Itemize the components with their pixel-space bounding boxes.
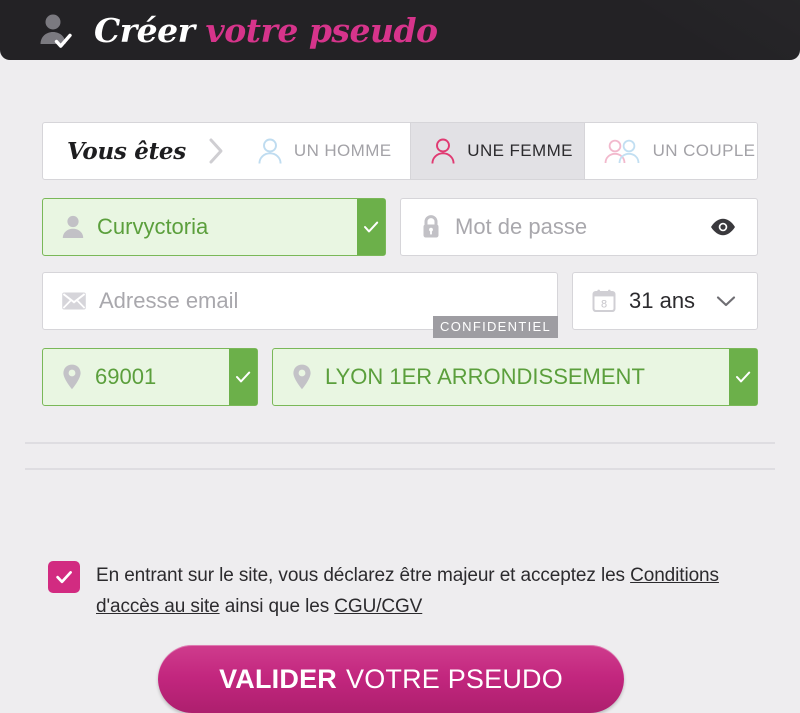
gender-option-homme-label: UN HOMME — [293, 141, 392, 160]
location-pin-icon — [291, 363, 313, 391]
svg-text:8: 8 — [601, 299, 607, 311]
email-field[interactable]: Adresse email CONFIDENTIEL — [42, 272, 558, 338]
location-pin-icon — [61, 363, 83, 391]
username-input-value: Curvyctoria — [97, 214, 209, 239]
submit-button-label-strong: VALIDER — [219, 663, 337, 694]
gender-option-femme-label: UNE FEMME — [467, 141, 573, 160]
page-title: Créer votre pseudo — [94, 11, 438, 50]
divider-top — [25, 442, 775, 444]
page-header: Créer votre pseudo — [0, 0, 800, 60]
postal-code-input-value: 69001 — [95, 364, 157, 389]
gender-selector: Vous êtes UN HOMME UNE FEMME UN COUPLE — [42, 122, 758, 180]
terms-text-part1: En entrant sur le site, vous déclarez êt… — [96, 565, 631, 586]
submit-button[interactable]: VALIDER VOTRE PSEUDO — [158, 645, 624, 713]
page-title-primary: Créer — [94, 10, 195, 50]
gender-option-couple[interactable]: UN COUPLE — [584, 123, 757, 179]
email-age-row: Adresse email CONFIDENTIEL 8 31 ans — [42, 272, 758, 338]
gender-option-couple-label: UN COUPLE — [652, 141, 756, 160]
confidential-badge: CONFIDENTIEL — [433, 316, 558, 338]
terms-acceptance: En entrant sur le site, vous déclarez êt… — [48, 560, 768, 622]
couple-icon — [603, 136, 643, 166]
email-input-placeholder: Adresse email — [99, 288, 239, 313]
password-field[interactable]: Mot de passe — [400, 198, 758, 256]
terms-link-cgu-cgv[interactable]: CGU/CGV — [334, 596, 422, 617]
city-field[interactable]: LYON 1ER ARRONDISSEMENT — [272, 348, 758, 406]
city-input-value: LYON 1ER ARRONDISSEMENT — [325, 364, 645, 389]
user-icon — [61, 214, 85, 240]
postal-code-valid-check-icon — [229, 349, 257, 405]
gender-option-homme[interactable]: UN HOMME — [237, 123, 411, 179]
city-valid-check-icon — [729, 349, 757, 405]
divider-bottom — [25, 468, 775, 470]
user-check-icon — [36, 10, 76, 50]
credentials-row: Curvyctoria Mot de passe — [42, 198, 758, 256]
age-select-value: 31 ans — [629, 288, 696, 313]
calendar-icon: 8 — [591, 288, 617, 314]
chevron-right-icon — [194, 123, 238, 179]
password-input-placeholder: Mot de passe — [455, 214, 588, 239]
eye-icon[interactable] — [709, 217, 737, 237]
female-person-icon — [429, 136, 457, 166]
gender-selector-label: Vous êtes — [67, 137, 186, 165]
terms-checkbox[interactable] — [48, 561, 80, 593]
page-title-secondary: votre pseudo — [205, 10, 439, 50]
terms-text: En entrant sur le site, vous déclarez êt… — [96, 560, 768, 622]
age-select[interactable]: 8 31 ans — [572, 272, 758, 330]
form-card: Vous êtes UN HOMME UNE FEMME UN COUPLE C… — [0, 60, 800, 713]
submit-button-label-rest: VOTRE PSEUDO — [345, 663, 563, 694]
lock-icon — [419, 213, 443, 241]
check-icon — [56, 571, 72, 584]
username-valid-check-icon — [357, 199, 385, 255]
postal-code-field[interactable]: 69001 — [42, 348, 258, 406]
location-row: 69001 LYON 1ER ARRONDISSEMENT — [42, 348, 758, 406]
chevron-down-icon[interactable] — [715, 294, 737, 308]
male-person-icon — [256, 136, 284, 166]
envelope-icon — [61, 290, 87, 312]
terms-text-part2: ainsi que les — [219, 596, 335, 617]
username-field[interactable]: Curvyctoria — [42, 198, 386, 256]
gender-option-femme[interactable]: UNE FEMME — [410, 123, 585, 179]
